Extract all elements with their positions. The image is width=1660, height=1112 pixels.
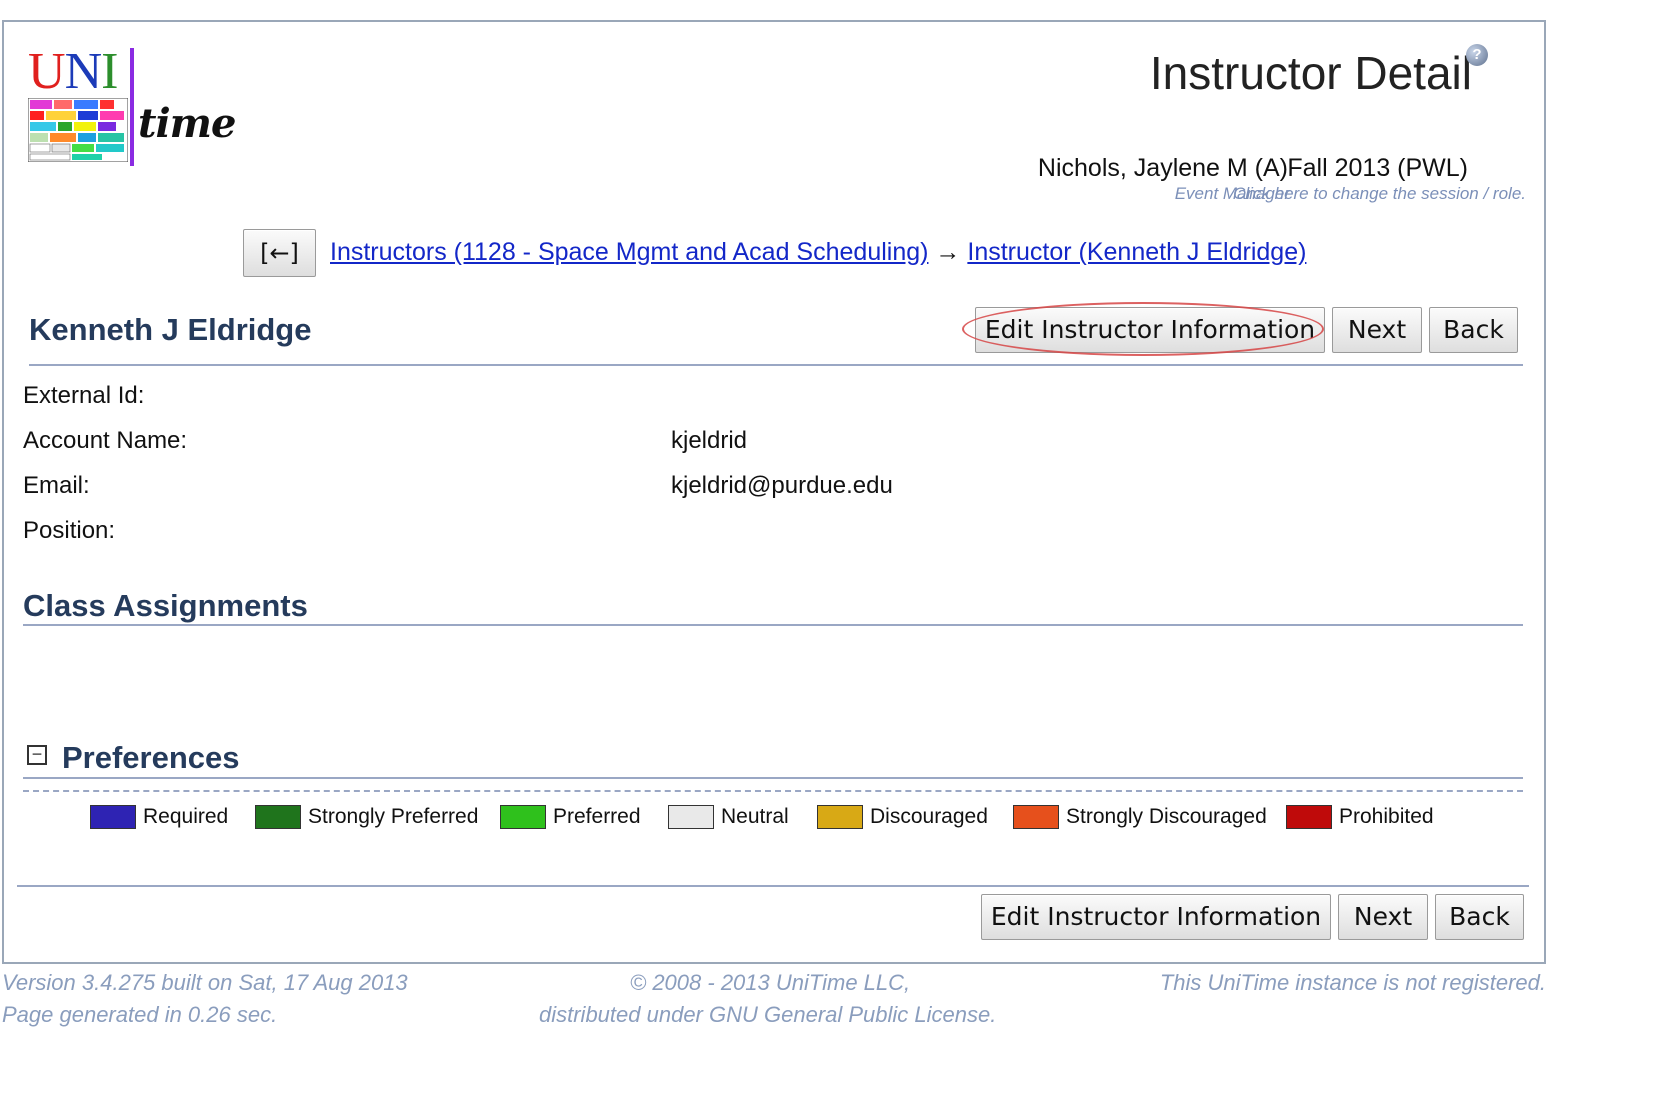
instructor-name-heading: Kenneth J Eldridge — [29, 312, 312, 347]
breadcrumb-instructors-link[interactable]: Instructors (1128 - Space Mgmt and Acad … — [330, 238, 928, 266]
session-change-link[interactable]: Click here to change the session / role. — [1233, 184, 1526, 204]
legend-swatch — [668, 805, 714, 829]
logo-divider — [130, 48, 134, 166]
legend-strongly-preferred: Strongly Preferred — [255, 804, 478, 830]
preferences-heading: Preferences — [62, 740, 240, 775]
legend-required: Required — [90, 804, 228, 830]
logo-time-text: time — [138, 100, 236, 147]
header-divider — [29, 364, 1523, 366]
legend-label: Neutral — [721, 805, 789, 828]
breadcrumb: Instructors (1128 - Space Mgmt and Acad … — [330, 238, 1306, 267]
user-name: Nichols, Jaylene M (A) — [1037, 154, 1288, 182]
logo-letter-u: U — [28, 43, 66, 100]
legend-swatch — [1013, 805, 1059, 829]
footer-version: Version 3.4.275 built on Sat, 17 Aug 201… — [2, 970, 408, 995]
legend-label: Prohibited — [1339, 805, 1434, 828]
footer-generated: Page generated in 0.26 sec. — [2, 1002, 278, 1027]
next-button-bottom[interactable]: Next — [1338, 894, 1428, 940]
legend-swatch — [255, 805, 301, 829]
legend-preferred: Preferred — [500, 804, 641, 830]
account-name-label: Account Name: — [23, 427, 188, 454]
legend-discouraged: Discouraged — [817, 804, 988, 830]
class-assignments-divider — [23, 624, 1523, 626]
legend-label: Strongly Discouraged — [1066, 805, 1267, 828]
legend-label: Strongly Preferred — [308, 805, 479, 828]
preferences-dashed-line — [23, 790, 1523, 792]
edit-instructor-button-bottom[interactable]: Edit Instructor Information — [981, 894, 1331, 940]
help-icon[interactable]: ? — [1466, 44, 1488, 66]
unitime-logo[interactable]: UNI — [28, 43, 118, 100]
collapse-icon[interactable]: − — [27, 745, 47, 765]
legend-label: Required — [143, 805, 229, 828]
legend-swatch — [90, 805, 136, 829]
legend-label: Preferred — [553, 805, 641, 828]
legend-swatch — [1286, 805, 1332, 829]
legend-label: Discouraged — [870, 805, 988, 828]
footer-registration[interactable]: This UniTime instance is not registered. — [1160, 970, 1546, 996]
legend-prohibited: Prohibited — [1286, 804, 1434, 830]
history-back-button[interactable]: [←] — [243, 229, 316, 277]
page-title: Instructor Detail — [1149, 47, 1472, 99]
email-value: kjeldrid@purdue.edu — [671, 472, 893, 499]
logo-letter-n: N — [64, 43, 103, 100]
position-label: Position: — [23, 517, 116, 544]
bottom-divider — [17, 885, 1529, 887]
back-button-bottom[interactable]: Back — [1435, 894, 1524, 940]
legend-swatch — [500, 805, 546, 829]
footer-copyright[interactable]: © 2008 - 2013 UniTime LLC, — [630, 970, 910, 996]
breadcrumb-instructor-link[interactable]: Instructor (Kenneth J Eldridge) — [967, 238, 1306, 266]
edit-button-highlight — [962, 302, 1324, 356]
external-id-label: External Id: — [23, 382, 145, 409]
legend-neutral: Neutral — [668, 804, 789, 830]
breadcrumb-separator: → — [935, 238, 961, 266]
back-button[interactable]: Back — [1429, 307, 1518, 353]
logo-letter-i: I — [101, 43, 118, 100]
footer-license[interactable]: distributed under GNU General Public Lic… — [539, 1002, 996, 1028]
class-assignments-heading: Class Assignments — [23, 588, 308, 623]
legend-strongly-discouraged: Strongly Discouraged — [1013, 804, 1267, 830]
legend-swatch — [817, 805, 863, 829]
logo-grid-icon — [28, 98, 128, 162]
email-label: Email: — [23, 472, 90, 499]
preferences-divider — [23, 777, 1523, 779]
next-button[interactable]: Next — [1332, 307, 1422, 353]
session-name[interactable]: Fall 2013 (PWL) — [1287, 154, 1468, 183]
account-name-value: kjeldrid — [671, 427, 748, 454]
